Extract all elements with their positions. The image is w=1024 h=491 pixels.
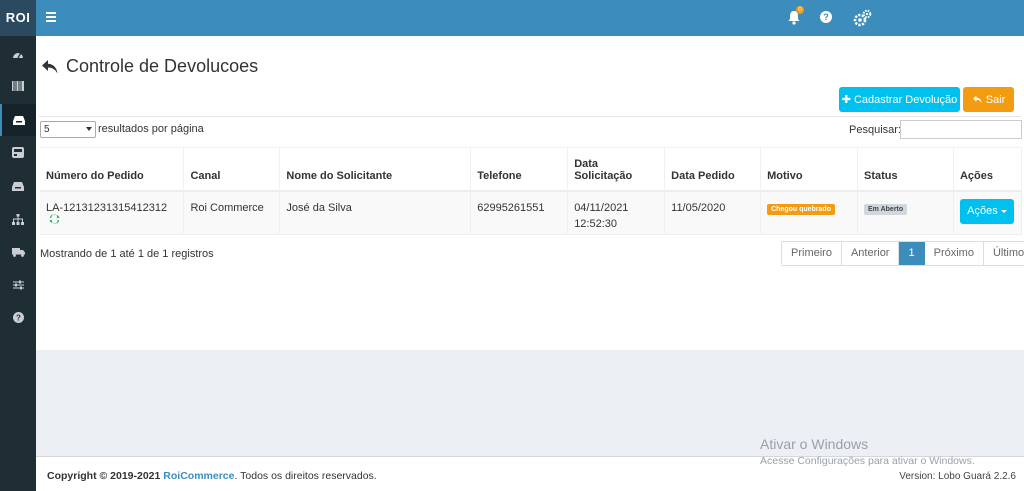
- sidebar-item-devolucoes[interactable]: [0, 104, 36, 136]
- col-acoes: Ações: [953, 147, 1023, 192]
- main-content: Controle de Devolucoes ✚ Cadastrar Devol…: [36, 36, 1024, 350]
- search-label: Pesquisar:: [849, 124, 901, 136]
- chevron-down-icon: [86, 127, 92, 131]
- help-icon[interactable]: ?: [820, 11, 832, 23]
- col-motivo[interactable]: Motivo: [760, 147, 859, 192]
- page-length-value: 5: [44, 124, 50, 135]
- cell-data-pedido: 11/05/2020: [664, 190, 762, 235]
- page-title: Controle de Devolucoes: [66, 56, 259, 76]
- pagination-current[interactable]: 1: [899, 242, 925, 265]
- exchange-icon: [49, 213, 60, 224]
- pagination: Primeiro Anterior 1 Próximo Último: [781, 241, 1024, 266]
- brand-logo[interactable]: ROI: [0, 0, 36, 36]
- reply-icon: [972, 95, 982, 104]
- devolucoes-table: Número do Pedido Canal Nome do Solicitan…: [40, 147, 1023, 235]
- footer-copyright: Copyright © 2019-2021 RoiCommerce. Todos…: [47, 470, 377, 482]
- col-telefone[interactable]: Telefone: [470, 147, 569, 192]
- pagination-first[interactable]: Primeiro: [782, 242, 842, 265]
- sidebar-item-settings[interactable]: [0, 269, 36, 301]
- col-data-pedido[interactable]: Data Pedido: [664, 147, 762, 192]
- col-status[interactable]: Status: [857, 147, 954, 192]
- col-numero-pedido[interactable]: Número do Pedido: [40, 147, 185, 192]
- table-info: Mostrando de 1 até 1 de 1 registros: [40, 248, 214, 260]
- cell-canal: Roi Commerce: [183, 190, 281, 235]
- page-header: Controle de Devolucoes: [41, 56, 258, 77]
- copyright-prefix: Copyright © 2019-2021: [47, 470, 161, 482]
- menu-toggle-icon[interactable]: [46, 12, 56, 22]
- sidebar: ?: [0, 36, 36, 491]
- footer-brand-link[interactable]: RoiCommerce: [163, 470, 234, 482]
- pagination-prev[interactable]: Anterior: [841, 242, 900, 265]
- pedido-number: LA-12131231315412312: [46, 201, 168, 214]
- inbox-icon: [12, 181, 24, 191]
- sidebar-item-truck[interactable]: [0, 236, 36, 268]
- svg-text:?: ?: [16, 313, 21, 322]
- search-input[interactable]: [900, 120, 1022, 139]
- sliders-icon: [12, 280, 24, 290]
- caret-down-icon: [1000, 209, 1007, 213]
- pagination-next[interactable]: Próximo: [924, 242, 984, 265]
- divider: [39, 116, 1021, 117]
- cell-status: Em Aberto: [857, 190, 954, 235]
- page-length-select[interactable]: 5: [40, 121, 96, 138]
- cell-motivo: Chegou quebrado: [760, 190, 859, 235]
- col-canal[interactable]: Canal: [183, 147, 281, 192]
- credit-card-icon: [12, 146, 24, 158]
- acoes-dropdown-button[interactable]: Ações: [959, 198, 1014, 224]
- sidebar-item-dashboard[interactable]: [0, 38, 36, 70]
- truck-icon: [11, 247, 25, 257]
- acoes-label: Ações: [967, 205, 998, 217]
- sidebar-item-card[interactable]: [0, 136, 36, 168]
- col-solicitante[interactable]: Nome do Solicitante: [279, 147, 472, 192]
- watermark-title: Ativar o Windows: [760, 436, 869, 452]
- sidebar-item-barcode[interactable]: [0, 70, 36, 102]
- sair-button[interactable]: Sair: [963, 87, 1014, 112]
- dashboard-icon: [13, 53, 23, 59]
- cell-data-solicitacao: 04/11/2021 12:52:30: [567, 190, 666, 235]
- status-badge: Em Aberto: [864, 203, 908, 215]
- col-data-solicitacao[interactable]: Data Solicitação: [567, 147, 666, 192]
- sair-label: Sair: [985, 93, 1006, 106]
- gears-icon[interactable]: [852, 9, 872, 27]
- watermark-subtitle: Acesse Configurações para ativar o Windo…: [760, 455, 975, 467]
- question-circle-icon: ?: [12, 311, 24, 323]
- pagination-last[interactable]: Último: [983, 242, 1024, 265]
- sidebar-item-sitemap[interactable]: [0, 203, 36, 235]
- sidebar-item-help[interactable]: ?: [0, 301, 36, 333]
- cell-telefone: 62995261551: [470, 190, 569, 235]
- cadastrar-devolucao-button[interactable]: ✚ Cadastrar Devolução: [839, 87, 960, 112]
- table-header-row: Número do Pedido Canal Nome do Solicitan…: [40, 147, 1023, 192]
- cell-acoes: Ações: [953, 190, 1023, 235]
- windows-activation-watermark: Ativar o Windows Acesse Configurações pa…: [760, 436, 975, 467]
- data-solicitacao-value: 04/11/2021 12:52:30: [574, 201, 629, 230]
- cadastrar-label: Cadastrar Devolução: [853, 93, 958, 106]
- sidebar-item-inbox[interactable]: [0, 170, 36, 202]
- cell-solicitante: José da Silva: [279, 190, 472, 235]
- reply-back-icon[interactable]: [41, 59, 59, 75]
- plus-icon: ✚: [841, 94, 851, 106]
- table-row: LA-12131231315412312 Roi Commerce José d…: [40, 190, 1023, 235]
- copyright-suffix: . Todos os direitos reservados.: [234, 470, 377, 482]
- cell-pedido: LA-12131231315412312: [40, 190, 185, 235]
- inbox-icon: [13, 115, 25, 125]
- notification-count-badge: 0: [796, 6, 804, 14]
- motivo-badge: Chegou quebrado: [767, 203, 835, 215]
- page-length-label: resultados por página: [98, 123, 204, 135]
- footer-version: Version: Lobo Guará 2.2.6: [899, 471, 1016, 482]
- sitemap-icon: [12, 213, 24, 225]
- top-navbar: ROI 0 ?: [0, 0, 1024, 36]
- barcode-icon: [12, 81, 24, 91]
